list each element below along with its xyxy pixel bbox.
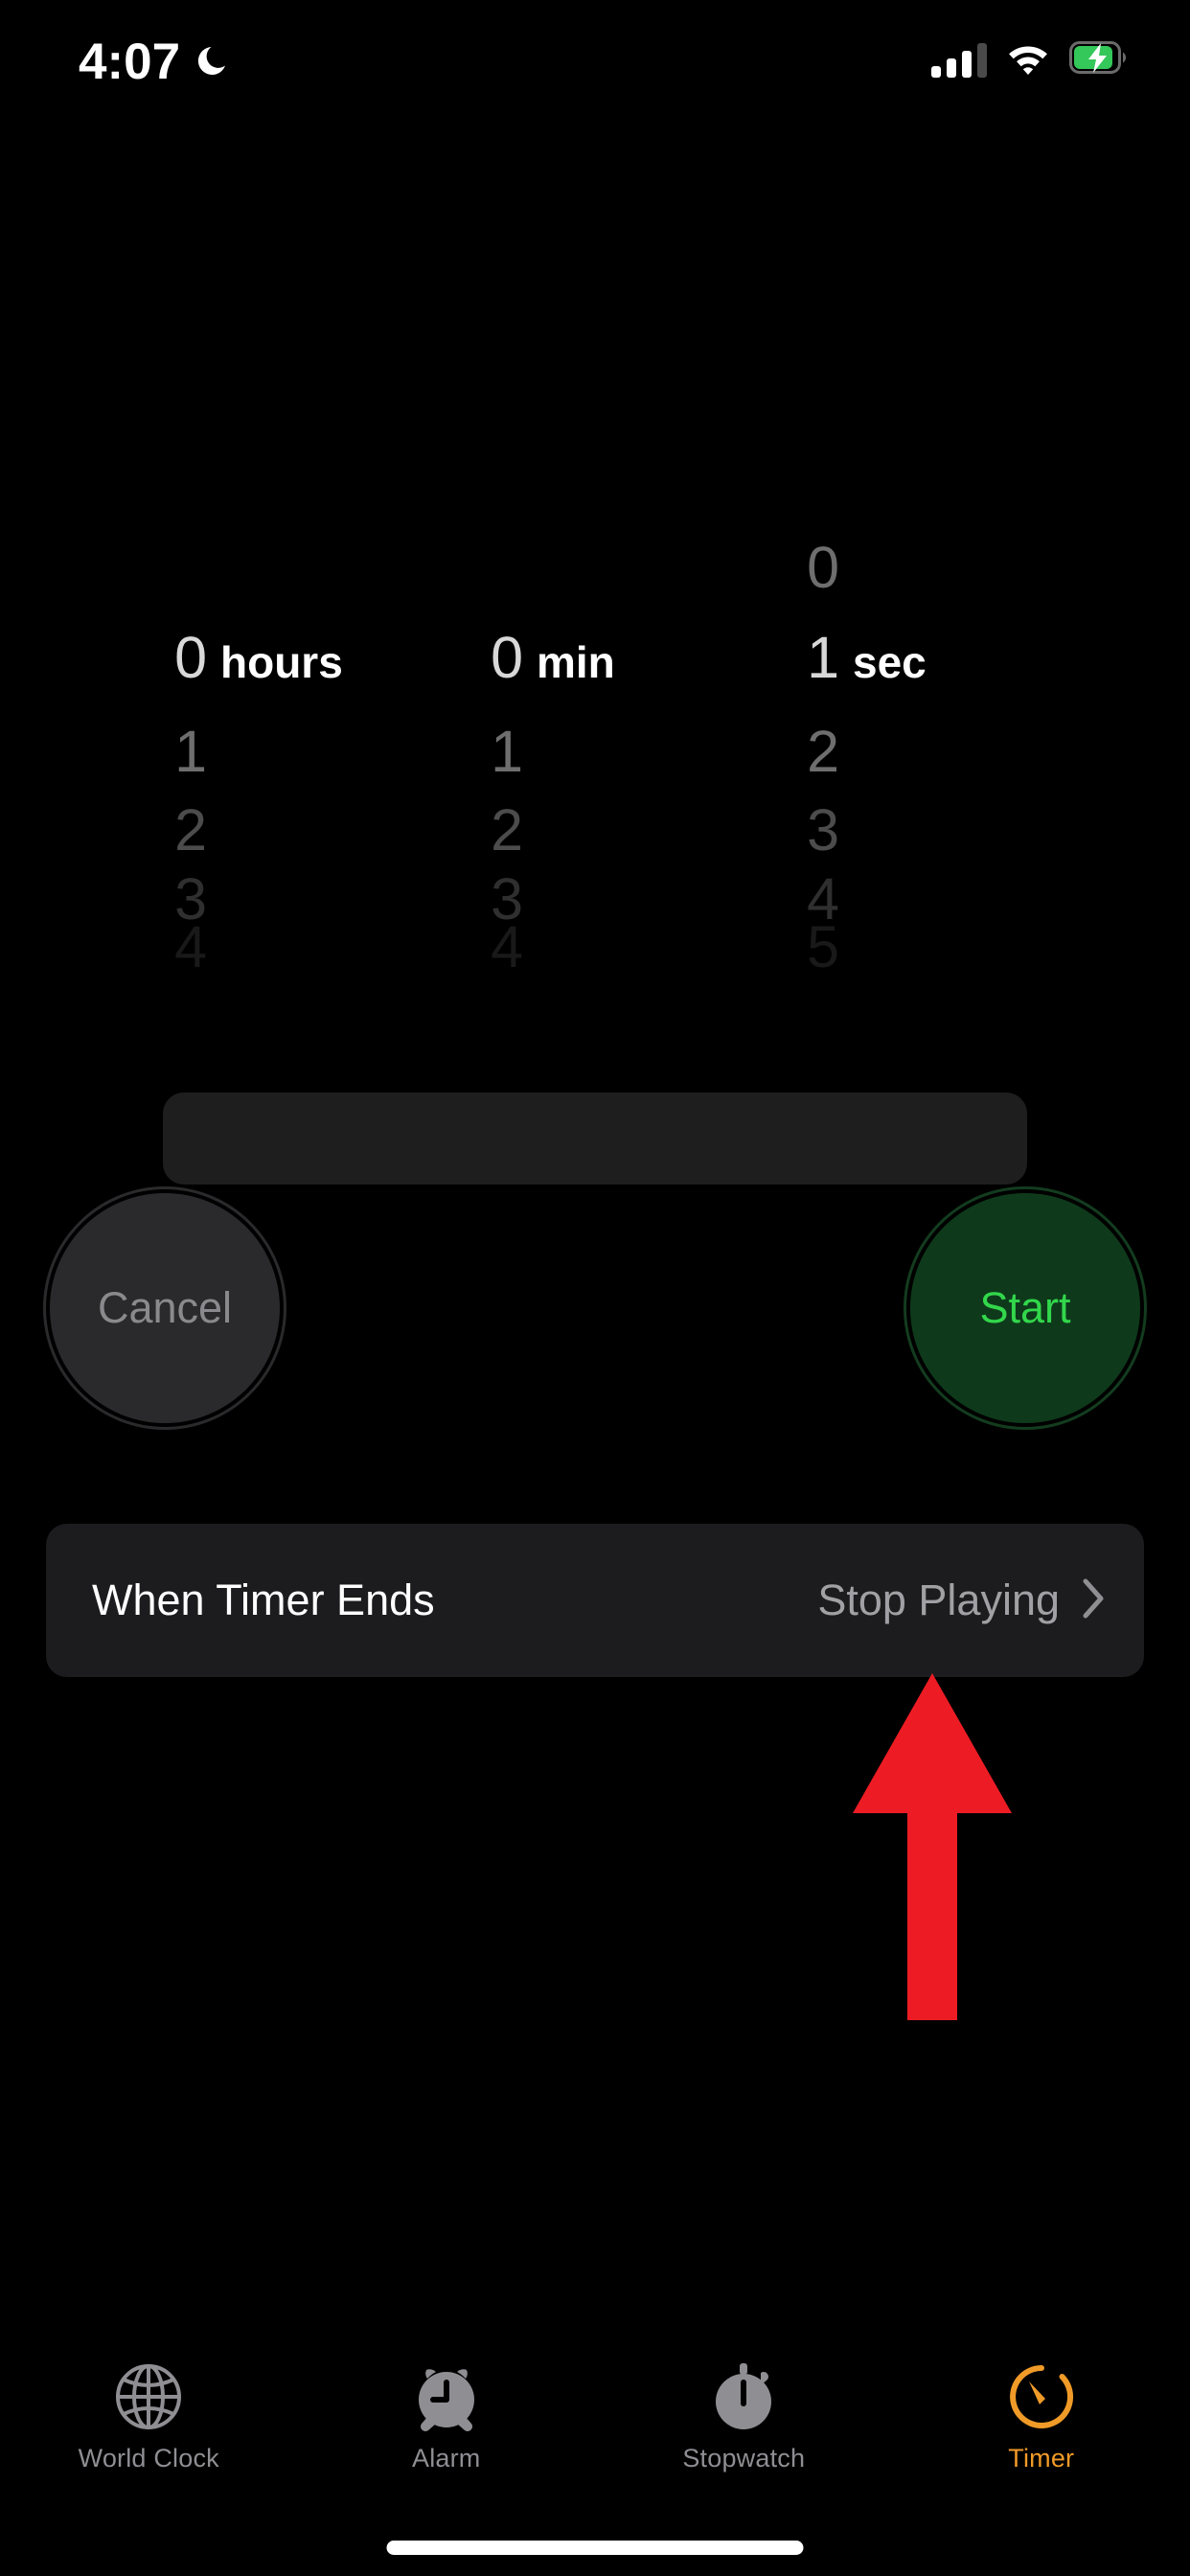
picker-option-hours-4: 4 xyxy=(174,914,207,979)
cancel-button[interactable]: Cancel xyxy=(43,1186,286,1430)
home-indicator[interactable] xyxy=(386,2541,804,2555)
picker-option-seconds-5: 5 xyxy=(807,914,839,979)
picker-row-hours-selected[interactable]: 0 hours xyxy=(0,613,343,705)
tab-label-stopwatch: Stopwatch xyxy=(682,2444,806,2472)
wifi-icon xyxy=(1006,40,1050,80)
tab-bar: World Clock Alarm Stopwatch Timer xyxy=(0,2336,1190,2576)
when-timer-ends-value-group: Stop Playing xyxy=(817,1576,1106,1625)
tab-label-world-clock: World Clock xyxy=(78,2444,219,2472)
signal-bar-4 xyxy=(977,42,987,78)
start-button-label: Start xyxy=(979,1283,1071,1332)
cancel-button-label: Cancel xyxy=(97,1283,233,1332)
picker-value-hours: 0 xyxy=(174,624,207,690)
picker-row-seconds-selected[interactable]: 1 sec xyxy=(632,613,949,705)
picker-unit-seconds: sec xyxy=(853,636,927,687)
status-bar-right xyxy=(931,40,1127,80)
signal-bar-3 xyxy=(962,50,972,78)
when-timer-ends-row[interactable]: When Timer Ends Stop Playing xyxy=(46,1524,1144,1677)
action-buttons: Cancel Start xyxy=(0,1186,1190,1436)
picker-row-seconds-above-1[interactable]: 0 xyxy=(632,521,949,613)
crescent-moon-icon xyxy=(194,40,234,85)
picker-row-minutes-selected[interactable]: 0 min xyxy=(316,613,632,705)
tab-timer[interactable]: Timer xyxy=(893,2336,1190,2576)
tab-label-alarm: Alarm xyxy=(411,2444,481,2472)
status-bar-time: 4:07 xyxy=(79,34,181,90)
tab-label-timer: Timer xyxy=(1008,2444,1075,2472)
picker-column-minutes[interactable]: 0 min 1 2 3 4 xyxy=(316,479,632,980)
duration-picker[interactable]: 0 hours 1 2 3 4 0 min 1 2 3 4 0 1 sec 2 … xyxy=(0,479,1190,1184)
cellular-signal-icon xyxy=(931,42,987,78)
picker-value-seconds: 1 xyxy=(807,624,839,690)
picker-unit-minutes: min xyxy=(537,636,615,687)
when-timer-ends-value: Stop Playing xyxy=(817,1576,1060,1624)
picker-option-minutes-4: 4 xyxy=(491,914,523,979)
battery-charging-icon xyxy=(1069,41,1127,79)
status-bar-left: 4:07 xyxy=(79,34,234,90)
chevron-right-icon xyxy=(1081,1577,1106,1624)
signal-bar-1 xyxy=(931,65,941,78)
picker-value-minutes: 0 xyxy=(491,624,523,690)
up-arrow-icon xyxy=(843,1671,1025,2026)
when-timer-ends-label: When Timer Ends xyxy=(92,1576,435,1624)
picker-row-minutes-below-4[interactable]: 4 xyxy=(316,901,632,993)
picker-row-seconds-below-4[interactable]: 5 xyxy=(632,901,949,993)
status-bar: 4:07 xyxy=(0,0,1190,125)
picker-option-seconds-0: 0 xyxy=(807,535,839,600)
picker-column-seconds[interactable]: 0 1 sec 2 3 4 5 xyxy=(632,479,949,979)
alarm-clock-icon xyxy=(411,2359,482,2434)
signal-bar-2 xyxy=(947,58,956,78)
picker-column-hours[interactable]: 0 hours 1 2 3 4 xyxy=(0,479,343,980)
picker-row-hours-below-4[interactable]: 4 xyxy=(0,901,316,993)
globe-icon xyxy=(113,2359,184,2434)
start-button[interactable]: Start xyxy=(904,1186,1147,1430)
tab-world-clock[interactable]: World Clock xyxy=(0,2336,298,2576)
stopwatch-icon xyxy=(708,2359,779,2434)
timer-icon xyxy=(1006,2359,1077,2434)
picker-selection-band xyxy=(163,1092,1027,1184)
